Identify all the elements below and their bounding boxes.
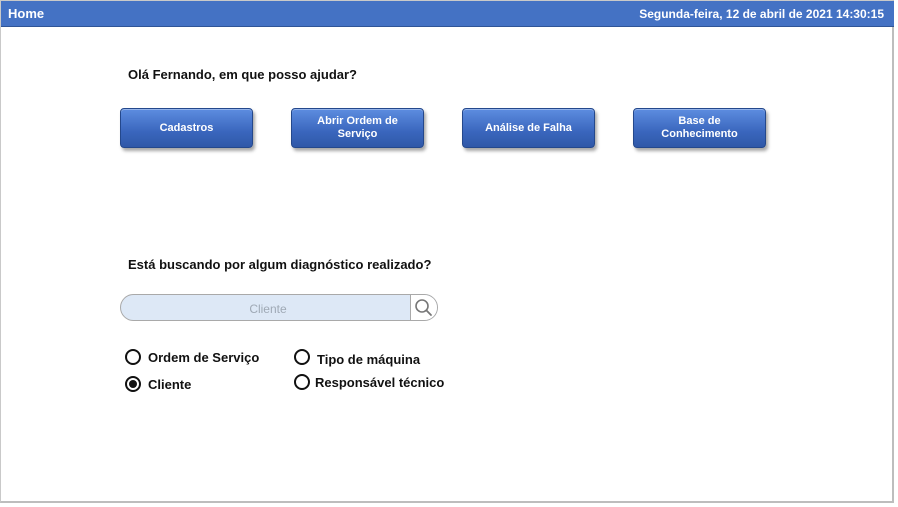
radio-label: Tipo de máquina [317, 351, 421, 367]
radio-label: Ordem de Serviço [148, 349, 260, 365]
open-service-order-button[interactable]: Abrir Ordem de Serviço [291, 108, 424, 148]
radio-button[interactable] [125, 349, 141, 365]
search-question: Está buscando por algum diagnóstico real… [128, 257, 432, 272]
radio-responsavel-tecnico[interactable]: Responsável técnico [294, 374, 444, 390]
radio-label: Responsável técnico [315, 374, 445, 390]
search-input[interactable] [121, 295, 415, 320]
top-bar: Home Segunda-feira, 12 de abril de 2021 … [1, 1, 894, 27]
knowledge-base-button[interactable]: Base de Conhecimento [633, 108, 766, 148]
failure-analysis-button[interactable]: Análise de Falha [462, 108, 595, 148]
search-button[interactable] [410, 295, 437, 320]
radio-cliente[interactable]: Cliente [125, 376, 191, 392]
cadastros-button[interactable]: Cadastros [120, 108, 253, 148]
radio-button[interactable] [294, 349, 310, 365]
radio-button-selected[interactable] [125, 376, 141, 392]
radio-ordem-de-servico[interactable]: Ordem de Serviço [125, 349, 259, 365]
datetime-display: Segunda-feira, 12 de abril de 2021 14:30… [639, 7, 884, 21]
page-title: Home [8, 6, 45, 21]
radio-tipo-de-maquina[interactable]: Tipo de máquina [294, 349, 421, 367]
radio-label: Cliente [148, 376, 192, 392]
greeting-text: Olá Fernando, em que posso ajudar? [128, 67, 357, 82]
radio-button[interactable] [294, 374, 310, 390]
search-bar [120, 294, 438, 321]
search-icon [415, 299, 432, 316]
